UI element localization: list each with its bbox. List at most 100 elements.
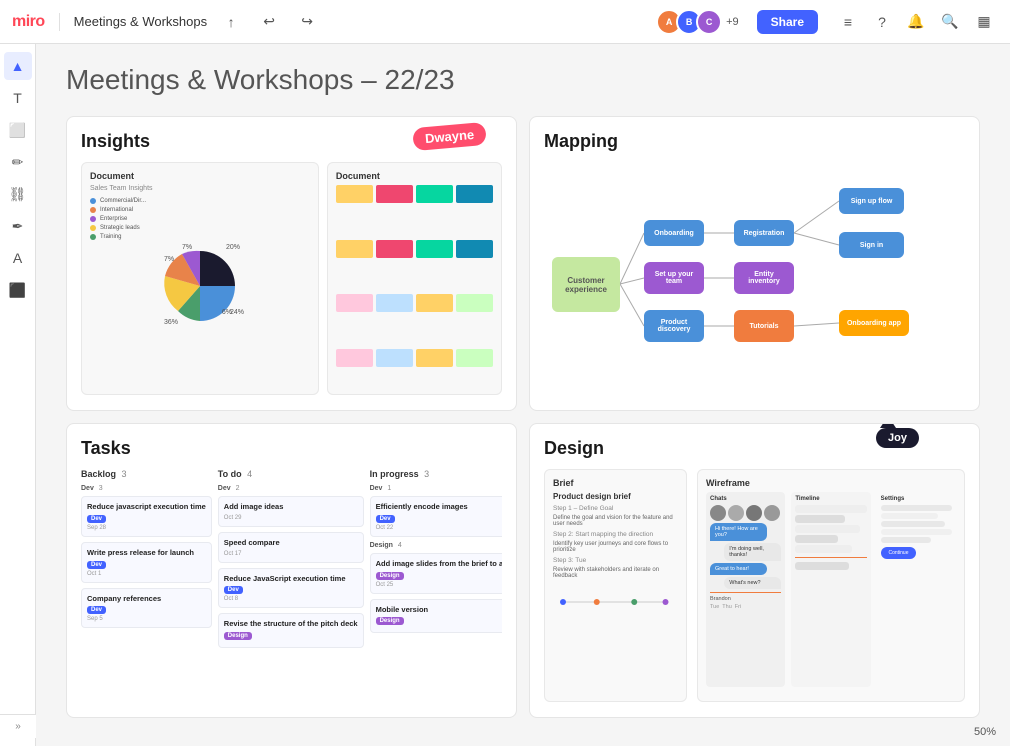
sticky-note [416, 240, 453, 258]
sticky-note [376, 349, 413, 367]
sticky-note [456, 349, 493, 367]
doc-title: Document [90, 171, 310, 181]
right-icons: ≡ ? 🔔 🔍 ▦ [834, 8, 998, 36]
undo-button[interactable]: ↩ [255, 8, 283, 36]
inprogress-header: In progress 3 [370, 469, 502, 479]
task-card: Write press release for launch Dev Oct 1 [81, 542, 212, 583]
brief-step3: Step 3: Tue [553, 557, 678, 564]
joy-badge: Joy [876, 428, 919, 448]
settings-icon[interactable]: ≡ [834, 8, 862, 36]
chart-title: Sales Team Insights [90, 185, 310, 192]
panels-grid: Insights Dwayne Document Sales Team Insi… [66, 116, 980, 718]
task-card: Mobile version Design [370, 599, 502, 634]
brief-step3-text: Review with stakeholders and iterate on … [553, 567, 678, 579]
sticky-note [416, 185, 453, 203]
todo-column: To do 4 Dev 2 Add image ideas Oct 29 Spe… [218, 469, 364, 702]
top-bar: miro Meetings & Workshops ↑ ↩ ↪ A B C +9… [0, 0, 1010, 44]
sticky-note [336, 185, 373, 203]
export-button[interactable]: ↑ [217, 8, 245, 36]
task-card: Revise the structure of the pitch deck D… [218, 613, 364, 648]
tasks-inner: Backlog 3 Dev 3 Reduce javascript execut… [81, 469, 502, 702]
todo-header: To do 4 [218, 469, 364, 479]
mapping-inner: Customerexperience Onboarding Registrati… [544, 162, 965, 395]
insights-doc-stickies: Document [327, 162, 502, 395]
page-title: Meetings & Workshops – 22/23 [66, 64, 980, 96]
design-panel: Design Joy Brief Product design brief St… [529, 423, 980, 718]
notifications-icon[interactable]: 🔔 [902, 8, 930, 36]
sticky-note [336, 349, 373, 367]
brief-step1-text: Define the goal and vision for the featu… [553, 515, 678, 527]
draw-tool[interactable]: ✒ [4, 212, 32, 240]
sticky-note [336, 294, 373, 312]
app-logo: miro [12, 13, 45, 31]
help-icon[interactable]: ? [868, 8, 896, 36]
map-node-product: Productdiscovery [644, 310, 704, 342]
brief-step1: Step 1 – Define Goal [553, 505, 678, 512]
backlog-column: Backlog 3 Dev 3 Reduce javascript execut… [81, 469, 212, 702]
divider [59, 13, 60, 31]
sticky-note [456, 185, 493, 203]
sticky-note [416, 294, 453, 312]
main-content: Meetings & Workshops – 22/23 Insights Dw… [36, 44, 1010, 746]
backlog-header: Backlog 3 [81, 469, 212, 479]
design-inner: Brief Product design brief Step 1 – Defi… [544, 469, 965, 702]
sticky-note [376, 240, 413, 258]
map-node-tutorials: Tutorials [734, 310, 794, 342]
collapse-toolbar[interactable]: » [0, 714, 36, 738]
tasks-panel: Tasks Backlog 3 Dev 3 Reduce javascript … [66, 423, 517, 718]
map-node-entity: Entityinventory [734, 262, 794, 294]
sticky-note [416, 349, 453, 367]
sticky-notes-grid [336, 185, 493, 395]
sticky-note [376, 294, 413, 312]
map-node-setup: Set up yourteam [644, 262, 704, 294]
sticky-note [336, 240, 373, 258]
map-node-onboarding-app: Onboarding app [839, 310, 909, 336]
share-button[interactable]: Share [757, 10, 818, 34]
insights-panel: Insights Dwayne Document Sales Team Insi… [66, 116, 517, 411]
left-toolbar: ▲ T ⬜ ✏ ⛓ ✒ A ⬛ » [0, 44, 36, 746]
map-node-signin: Sign in [839, 232, 904, 258]
board-title: Meetings & Workshops [74, 14, 207, 29]
tasks-title: Tasks [81, 438, 502, 459]
pen-tool[interactable]: ✏ [4, 148, 32, 176]
text-tool[interactable]: T [4, 84, 32, 112]
brief-step2: Step 2: Start mapping the direction [553, 531, 678, 538]
design-wireframe: Wireframe Chats [697, 469, 965, 702]
task-card: Company references Dev Sep 5 [81, 588, 212, 629]
joy-cursor: Joy [876, 423, 919, 448]
select-tool[interactable]: ▲ [4, 52, 32, 80]
task-card: Reduce JavaScript execution time Dev Oct… [218, 568, 364, 609]
sticky-note [456, 240, 493, 258]
sticky-note [456, 294, 493, 312]
task-card: Speed compare Oct 17 [218, 532, 364, 563]
map-node-customer: Customerexperience [552, 257, 620, 312]
pie-chart: 7% 7% 20% 24% 36% 6% [160, 246, 240, 326]
avatar: C [696, 9, 722, 35]
search-icon[interactable]: 🔍 [936, 8, 964, 36]
sticky-note [376, 185, 413, 203]
brief-doc-title: Product design brief [553, 492, 678, 501]
insights-doc-chart: Document Sales Team Insights Commercial/… [81, 162, 319, 395]
brief-step2-text: Identify key user journeys and core flow… [553, 541, 678, 553]
dev-subheader: Dev 3 [81, 485, 212, 492]
canvas-area: ▲ T ⬜ ✏ ⛓ ✒ A ⬛ » Meetings & Workshops –… [0, 44, 1010, 746]
zoom-label: 50% [974, 726, 996, 738]
map-node-signup: Sign up flow [839, 188, 904, 214]
task-card: Add image slides from the brief to a boa… [370, 553, 502, 594]
map-node-registration: Registration [734, 220, 794, 246]
inprogress-column: In progress 3 Dev 1 Efficiently encode i… [370, 469, 502, 702]
font-tool[interactable]: A [4, 244, 32, 272]
shape-tool[interactable]: ⬜ [4, 116, 32, 144]
map-node-onboarding: Onboarding [644, 220, 704, 246]
mapping-title: Mapping [544, 131, 965, 152]
mapping-panel: Mapping [529, 116, 980, 411]
avatar-count: +9 [726, 16, 739, 28]
task-card: Add image ideas Oct 29 [218, 496, 364, 527]
task-card: Efficiently encode images Dev Oct 22 [370, 496, 502, 537]
redo-button[interactable]: ↪ [293, 8, 321, 36]
insights-inner: Document Sales Team Insights Commercial/… [81, 162, 502, 395]
apps-icon[interactable]: ▦ [970, 8, 998, 36]
frame-tool[interactable]: ⬛ [4, 276, 32, 304]
connector-tool[interactable]: ⛓ [4, 180, 32, 208]
design-brief: Brief Product design brief Step 1 – Defi… [544, 469, 687, 702]
